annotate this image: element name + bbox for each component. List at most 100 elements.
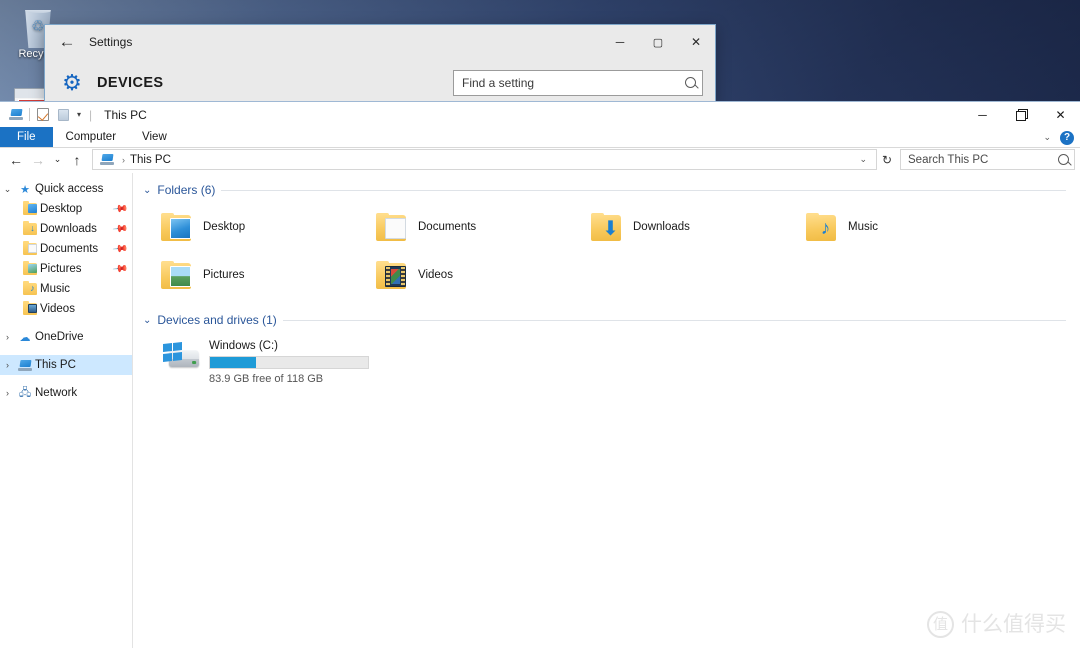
breadcrumb-item-this-pc[interactable]: This PC	[130, 154, 171, 166]
sidebar-item-videos[interactable]: Videos	[0, 299, 132, 319]
explorer-titlebar: ▾ | This PC ─ ✕	[0, 102, 1080, 127]
recent-locations-button[interactable]: ⌄	[49, 149, 66, 171]
folder-item-pictures[interactable]: Pictures	[143, 251, 358, 299]
explorer-window-title: This PC	[104, 107, 147, 122]
breadcrumb-dropdown-icon[interactable]: ⌄	[854, 154, 872, 165]
back-arrow-icon[interactable]: ←	[45, 25, 89, 59]
folder-downloads-icon: ⬇	[591, 213, 624, 241]
search-icon	[1058, 154, 1069, 165]
folder-item-label: Downloads	[633, 221, 690, 233]
ribbon-tabs: File Computer View ⌄ ?	[0, 127, 1080, 148]
folder-music-icon: ♪	[20, 281, 40, 295]
settings-page-title: DEVICES	[97, 74, 164, 91]
pin-icon[interactable]: 📌	[111, 241, 128, 257]
settings-maximize-button[interactable]: ▢	[639, 25, 677, 59]
cloud-icon: ☁	[19, 331, 31, 344]
network-icon: 🖧	[18, 386, 32, 399]
back-button[interactable]: ←	[5, 149, 27, 171]
new-folder-icon[interactable]	[53, 104, 73, 126]
breadcrumb-bar[interactable]: › This PC ⌄	[92, 149, 877, 170]
this-pc-icon	[97, 149, 117, 171]
properties-icon[interactable]	[33, 104, 53, 126]
chevron-right-icon[interactable]: ›	[0, 388, 15, 398]
pin-icon[interactable]: 📌	[111, 221, 128, 237]
folder-item-music[interactable]: ♪ Music	[788, 203, 1003, 251]
refresh-icon[interactable]: ↻	[877, 149, 897, 170]
settings-minimize-button[interactable]: ─	[601, 25, 639, 59]
help-icon[interactable]: ?	[1060, 130, 1074, 145]
chevron-down-icon[interactable]: ⌄	[143, 185, 151, 196]
watermark-logo: 值	[927, 611, 954, 638]
watermark-text: 什么值得买	[961, 612, 1066, 636]
folder-documents-icon	[376, 213, 409, 241]
sidebar-item-label: Desktop	[40, 203, 83, 215]
explorer-body: ⌄ ★ Quick access Desktop 📌 ↓ Downloads 📌	[0, 173, 1080, 648]
title-divider: |	[89, 107, 93, 122]
ribbon-right-controls: ⌄ ?	[1043, 127, 1074, 148]
tab-computer[interactable]: Computer	[53, 127, 130, 147]
quick-access-toolbar: ▾	[6, 104, 85, 126]
search-icon	[685, 77, 696, 88]
sidebar-item-label: This PC	[35, 359, 76, 371]
sidebar-item-label: Quick access	[35, 183, 104, 195]
settings-window[interactable]: ← Settings ─ ▢ ✕ ⚙ DEVICES Find a settin…	[44, 24, 716, 106]
chevron-down-icon[interactable]: ⌄	[0, 184, 15, 195]
settings-window-controls: ─ ▢ ✕	[601, 25, 715, 59]
customize-toolbar-caret-icon[interactable]: ▾	[73, 110, 85, 119]
sidebar-item-downloads[interactable]: ↓ Downloads 📌	[0, 219, 132, 239]
sidebar-item-label: Pictures	[40, 263, 82, 275]
sidebar-item-desktop[interactable]: Desktop 📌	[0, 199, 132, 219]
file-explorer-window[interactable]: ▾ | This PC ─ ✕ File Computer View ⌄ ? ←…	[0, 101, 1080, 648]
section-title: Devices and drives (1)	[157, 313, 277, 327]
content-pane: ⌄ Folders (6) Desktop Documents ⬇ Downlo…	[133, 173, 1080, 648]
pin-icon[interactable]: 📌	[111, 201, 128, 217]
folder-desktop-icon	[161, 213, 194, 241]
toolbar-divider	[29, 108, 30, 121]
explorer-search-input[interactable]: Search This PC	[900, 149, 1075, 170]
pin-icon[interactable]: 📌	[111, 261, 128, 277]
explorer-close-button[interactable]: ✕	[1041, 102, 1080, 127]
sidebar-item-label: Music	[40, 283, 71, 295]
drive-item-windows-c[interactable]: Windows (C:) 83.9 GB free of 118 GB	[143, 333, 1066, 385]
explorer-restore-button[interactable]	[1002, 102, 1041, 127]
sidebar-item-onedrive[interactable]: › ☁ OneDrive	[0, 327, 132, 347]
folder-videos-icon	[20, 301, 40, 315]
chevron-down-icon[interactable]: ⌄	[143, 315, 151, 326]
section-header-devices[interactable]: ⌄ Devices and drives (1)	[143, 313, 1066, 327]
settings-titlebar: ← Settings ─ ▢ ✕	[45, 25, 715, 59]
sidebar-item-pictures[interactable]: Pictures 📌	[0, 259, 132, 279]
explorer-minimize-button[interactable]: ─	[963, 102, 1002, 127]
folder-item-documents[interactable]: Documents	[358, 203, 573, 251]
chevron-down-icon[interactable]: ⌄	[1043, 132, 1051, 143]
settings-header: ⚙ DEVICES Find a setting	[45, 59, 715, 106]
section-header-folders[interactable]: ⌄ Folders (6)	[143, 183, 1066, 197]
tab-file[interactable]: File	[0, 127, 53, 147]
section-divider	[221, 189, 1066, 191]
folder-item-downloads[interactable]: ⬇ Downloads	[573, 203, 788, 251]
sidebar-item-network[interactable]: › 🖧 Network	[0, 383, 132, 403]
sidebar-item-label: Downloads	[40, 223, 97, 235]
breadcrumb-separator: ›	[122, 154, 125, 165]
folder-item-videos[interactable]: Videos	[358, 251, 573, 299]
sidebar-item-music[interactable]: ♪ Music	[0, 279, 132, 299]
sidebar-item-documents[interactable]: Documents 📌	[0, 239, 132, 259]
this-pc-icon[interactable]	[6, 104, 26, 126]
sidebar-item-this-pc[interactable]: › This PC	[0, 355, 132, 375]
settings-search-input[interactable]: Find a setting	[453, 69, 703, 96]
folder-downloads-icon: ↓	[20, 221, 40, 235]
chevron-right-icon[interactable]: ›	[0, 332, 15, 342]
drive-capacity-bar	[209, 356, 369, 369]
up-button[interactable]: ↑	[66, 149, 88, 171]
tab-view[interactable]: View	[129, 127, 180, 147]
sidebar-item-label: Network	[35, 387, 78, 399]
section-divider	[282, 319, 1066, 321]
drive-details: Windows (C:) 83.9 GB free of 118 GB	[209, 339, 369, 385]
folder-item-label: Documents	[418, 221, 477, 233]
sidebar-item-quick-access[interactable]: ⌄ ★ Quick access	[0, 179, 132, 199]
explorer-search-placeholder: Search This PC	[908, 153, 989, 166]
navigation-pane: ⌄ ★ Quick access Desktop 📌 ↓ Downloads 📌	[0, 173, 133, 648]
sidebar-item-label: OneDrive	[35, 331, 84, 343]
settings-close-button[interactable]: ✕	[677, 25, 715, 59]
folder-item-desktop[interactable]: Desktop	[143, 203, 358, 251]
chevron-right-icon[interactable]: ›	[0, 360, 15, 370]
